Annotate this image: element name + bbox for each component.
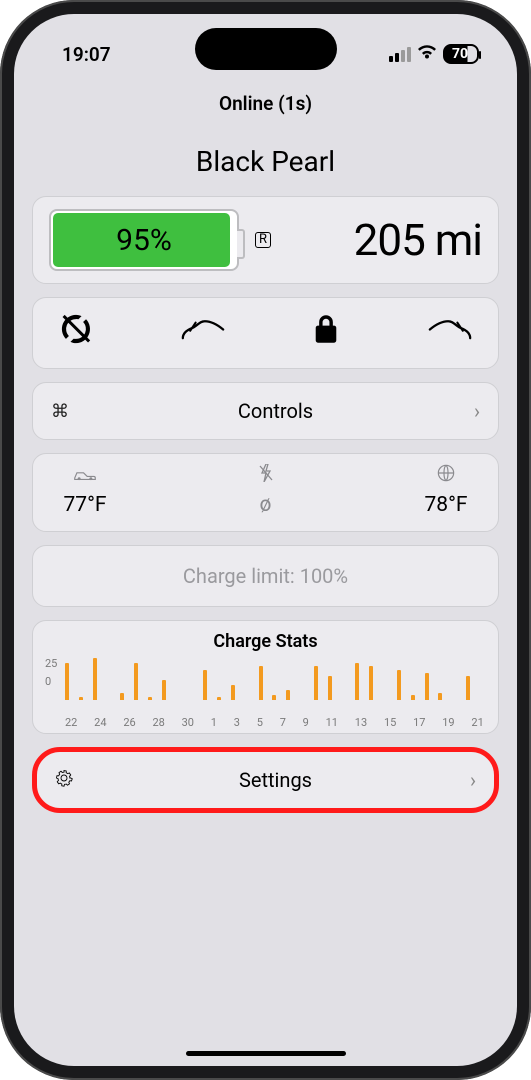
flash-off-icon xyxy=(259,464,273,487)
command-icon: ⌘ xyxy=(51,401,77,422)
quick-actions-card xyxy=(32,297,499,369)
dynamic-island xyxy=(195,28,337,70)
rated-flag: R xyxy=(255,232,271,248)
battery-status-icon: 70 xyxy=(443,44,479,64)
charge-stats-title: Charge Stats xyxy=(47,629,484,658)
climate-mid: ø xyxy=(260,493,272,517)
soc-percent: 95% xyxy=(116,223,172,258)
charge-stats-chart: 25 0 xyxy=(47,658,484,712)
charge-limit-value: 100% xyxy=(300,564,348,588)
settings-label: Settings xyxy=(81,768,470,792)
exterior-temp: 78°F xyxy=(424,493,467,517)
charge-stats-card[interactable]: Charge Stats 25 0 2224262830135791113151… xyxy=(32,620,499,734)
climate-off-icon[interactable] xyxy=(59,312,93,354)
controls-label: Controls xyxy=(77,399,474,423)
charge-limit-label: Charge limit: xyxy=(183,564,295,588)
climate-card[interactable]: 77°F ø 78°F xyxy=(32,453,499,532)
settings-row[interactable]: Settings › xyxy=(32,747,499,813)
battery-range-card[interactable]: 95% R 205 mi xyxy=(32,196,499,284)
charge-limit-card[interactable]: Charge limit: 100% xyxy=(32,545,499,607)
car-interior-icon xyxy=(74,467,96,487)
gear-icon xyxy=(55,769,81,792)
range-value: 205 mi xyxy=(281,214,482,266)
status-time: 19:07 xyxy=(62,43,111,66)
frunk-icon[interactable] xyxy=(181,315,225,351)
wifi-icon xyxy=(417,44,437,65)
page-title: Online (1s) xyxy=(14,72,517,131)
cellular-icon xyxy=(389,47,411,62)
lock-icon[interactable] xyxy=(312,313,340,353)
controls-row[interactable]: ⌘ Controls › xyxy=(32,382,499,440)
soc-battery-icon: 95% xyxy=(49,209,239,271)
chevron-right-icon: › xyxy=(474,399,480,423)
vehicle-name: Black Pearl xyxy=(32,131,499,196)
home-indicator[interactable] xyxy=(186,1051,346,1056)
globe-icon xyxy=(437,464,455,487)
chevron-right-icon: › xyxy=(470,768,476,792)
trunk-icon[interactable] xyxy=(428,315,472,351)
interior-temp: 77°F xyxy=(63,493,106,517)
